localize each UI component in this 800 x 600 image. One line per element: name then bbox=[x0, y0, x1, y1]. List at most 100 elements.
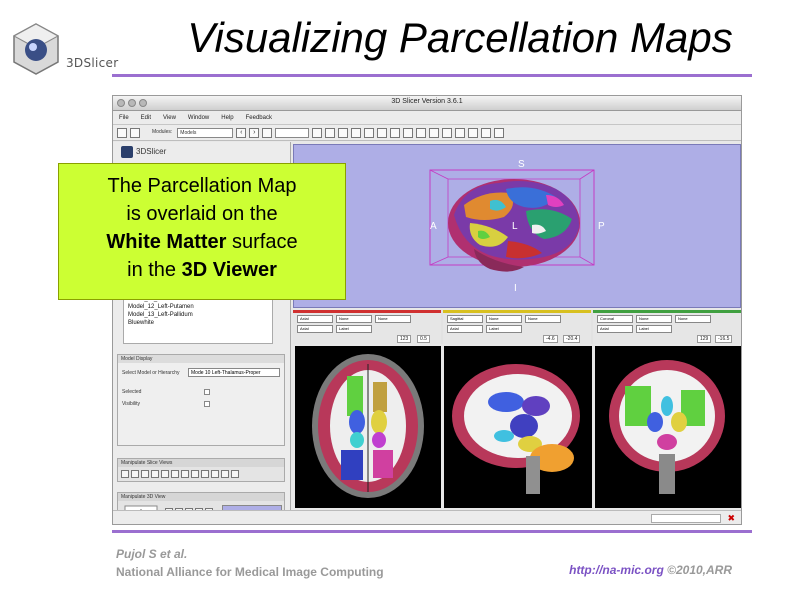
layout-icon[interactable] bbox=[416, 127, 427, 138]
footer-copyright: ©2010,ARR bbox=[667, 563, 732, 577]
layout-icon[interactable] bbox=[403, 127, 414, 138]
axial-slice-image bbox=[312, 354, 424, 498]
coronal-fg-dropdown[interactable]: None bbox=[636, 315, 672, 323]
module-selector[interactable]: Models bbox=[177, 127, 234, 138]
sagittal-offset[interactable]: -4.6 bbox=[543, 335, 558, 343]
axis-label-left: L bbox=[512, 221, 518, 232]
pick-icon[interactable] bbox=[481, 127, 492, 138]
tool-icon[interactable] bbox=[191, 470, 199, 478]
sagittal-bg-dropdown[interactable]: Label bbox=[486, 325, 522, 333]
sagittal-volume-dropdown[interactable]: Sagittal bbox=[447, 315, 483, 323]
forward-icon[interactable]: › bbox=[249, 127, 260, 138]
axial-label-dropdown[interactable]: None bbox=[375, 315, 411, 323]
menu-file[interactable]: File bbox=[119, 115, 129, 121]
axial-orientation-dropdown[interactable]: Axial bbox=[297, 325, 333, 333]
3d-scene[interactable]: S A P L I bbox=[294, 145, 742, 309]
coronal-value[interactable]: -16.5 bbox=[715, 335, 733, 343]
error-log-icon[interactable]: ✖ bbox=[727, 513, 735, 524]
callout-line-4: in the 3D Viewer bbox=[59, 256, 345, 284]
coronal-volume-dropdown[interactable]: Coronal bbox=[597, 315, 633, 323]
redo-icon[interactable] bbox=[455, 127, 466, 138]
footer-org: National Alliance for Medical Image Comp… bbox=[116, 565, 384, 579]
menu-edit[interactable]: Edit bbox=[141, 115, 151, 121]
manipulate-3d-view-header[interactable]: Manipulate 3D View bbox=[118, 493, 284, 501]
undo-icon[interactable] bbox=[442, 127, 453, 138]
mouse-mode-icon[interactable] bbox=[468, 127, 479, 138]
callout-line-2: is overlaid on the bbox=[126, 203, 278, 225]
selected-checkbox[interactable] bbox=[204, 389, 210, 395]
tool-icon[interactable] bbox=[221, 470, 229, 478]
axial-fg-dropdown[interactable]: None bbox=[336, 315, 372, 323]
tool-icon[interactable] bbox=[141, 470, 149, 478]
coronal-label-dropdown[interactable]: None bbox=[675, 315, 711, 323]
menu-bar: File Edit View Window Help Feedback bbox=[113, 111, 741, 125]
select-model-dropdown[interactable]: Mode 10 Left-Thalamus-Proper bbox=[188, 368, 280, 377]
model-display-header[interactable]: Model Display bbox=[118, 355, 284, 363]
coronal-slice-view[interactable] bbox=[595, 346, 741, 508]
tool-icon[interactable] bbox=[131, 470, 139, 478]
tool-icon[interactable] bbox=[211, 470, 219, 478]
panel-brand: 3DSlicer bbox=[136, 147, 167, 157]
callout-line-3-rest: surface bbox=[226, 231, 298, 253]
coronal-slice-image bbox=[609, 360, 725, 494]
layout-icon[interactable] bbox=[364, 127, 375, 138]
footer-credits: Pujol S et al. National Alliance for Med… bbox=[116, 545, 384, 581]
axial-slice-controller: Axial None None Axial Label 123 0.5 bbox=[293, 310, 441, 344]
coronal-orientation-dropdown[interactable]: Axial bbox=[597, 325, 633, 333]
coronal-bg-dropdown[interactable]: Label bbox=[636, 325, 672, 333]
footer-url[interactable]: http://na-mic.org bbox=[569, 563, 664, 577]
layout-icon[interactable] bbox=[377, 127, 388, 138]
tree-item[interactable]: Model_13_Left-Pallidum bbox=[128, 311, 268, 319]
menu-feedback[interactable]: Feedback bbox=[246, 115, 272, 121]
sagittal-label-dropdown[interactable]: None bbox=[525, 315, 561, 323]
sagittal-value[interactable]: -20.4 bbox=[563, 335, 581, 343]
save-icon[interactable] bbox=[130, 127, 140, 138]
back-icon[interactable]: ‹ bbox=[236, 127, 247, 138]
place-icon[interactable] bbox=[494, 127, 505, 138]
layout-icon[interactable] bbox=[338, 127, 349, 138]
menu-window[interactable]: Window bbox=[188, 115, 209, 121]
menu-help[interactable]: Help bbox=[221, 115, 233, 121]
tool-icon[interactable] bbox=[231, 470, 239, 478]
callout-line-3: White Matter surface bbox=[59, 228, 345, 256]
visibility-checkbox[interactable] bbox=[204, 401, 210, 407]
tree-item[interactable]: Bluewhite bbox=[128, 319, 268, 327]
sagittal-slice-view[interactable] bbox=[444, 346, 592, 508]
module-search-input[interactable] bbox=[275, 127, 310, 138]
load-scene-icon[interactable] bbox=[117, 127, 127, 138]
tool-icon[interactable] bbox=[161, 470, 169, 478]
axial-offset[interactable]: 123 bbox=[397, 335, 412, 343]
axial-value[interactable]: 0.5 bbox=[417, 335, 430, 343]
layout-icon[interactable] bbox=[351, 127, 362, 138]
layout-icon[interactable] bbox=[312, 127, 323, 138]
axial-bg-dropdown[interactable]: Label bbox=[336, 325, 372, 333]
layout-icon[interactable] bbox=[429, 127, 440, 138]
sagittal-orientation-dropdown[interactable]: Axial bbox=[447, 325, 483, 333]
tool-icon[interactable] bbox=[151, 470, 159, 478]
tool-icon[interactable] bbox=[121, 470, 129, 478]
model-display-panel: Model Display Select Model or Hierarchy … bbox=[117, 354, 285, 446]
tool-icon[interactable] bbox=[201, 470, 209, 478]
slice-controllers: Axial None None Axial Label 123 0.5 Sagi… bbox=[293, 310, 741, 344]
coronal-slice-controller: Coronal None None Axial Label 129 -16.5 bbox=[593, 310, 741, 344]
layout-icon[interactable] bbox=[390, 127, 401, 138]
status-bar: ✖ bbox=[113, 510, 741, 524]
tool-icon[interactable] bbox=[181, 470, 189, 478]
menu-view[interactable]: View bbox=[163, 115, 176, 121]
tree-item[interactable]: Model_12_Left-Putamen bbox=[128, 303, 268, 311]
sagittal-fg-dropdown[interactable]: None bbox=[486, 315, 522, 323]
axial-volume-dropdown[interactable]: Axial bbox=[297, 315, 333, 323]
3d-viewer[interactable]: S A P L I bbox=[293, 144, 741, 308]
axial-slice-view[interactable] bbox=[295, 346, 441, 508]
module-list-icon[interactable] bbox=[262, 127, 273, 138]
layout-icon[interactable] bbox=[325, 127, 336, 138]
axis-label-posterior: P bbox=[598, 221, 605, 232]
coronal-offset[interactable]: 129 bbox=[697, 335, 712, 343]
logo-text: 3DSlicer bbox=[66, 56, 119, 70]
axis-label-inferior: I bbox=[514, 283, 517, 294]
callout-line-4-pre: in the bbox=[127, 259, 182, 281]
slicer-window: 3D Slicer Version 3.6.1 File Edit View W… bbox=[112, 95, 742, 525]
manipulate-slice-views-header[interactable]: Manipulate Slice Views bbox=[118, 459, 284, 467]
main-toolbar: Modules: Models ‹ › bbox=[113, 125, 741, 141]
tool-icon[interactable] bbox=[171, 470, 179, 478]
